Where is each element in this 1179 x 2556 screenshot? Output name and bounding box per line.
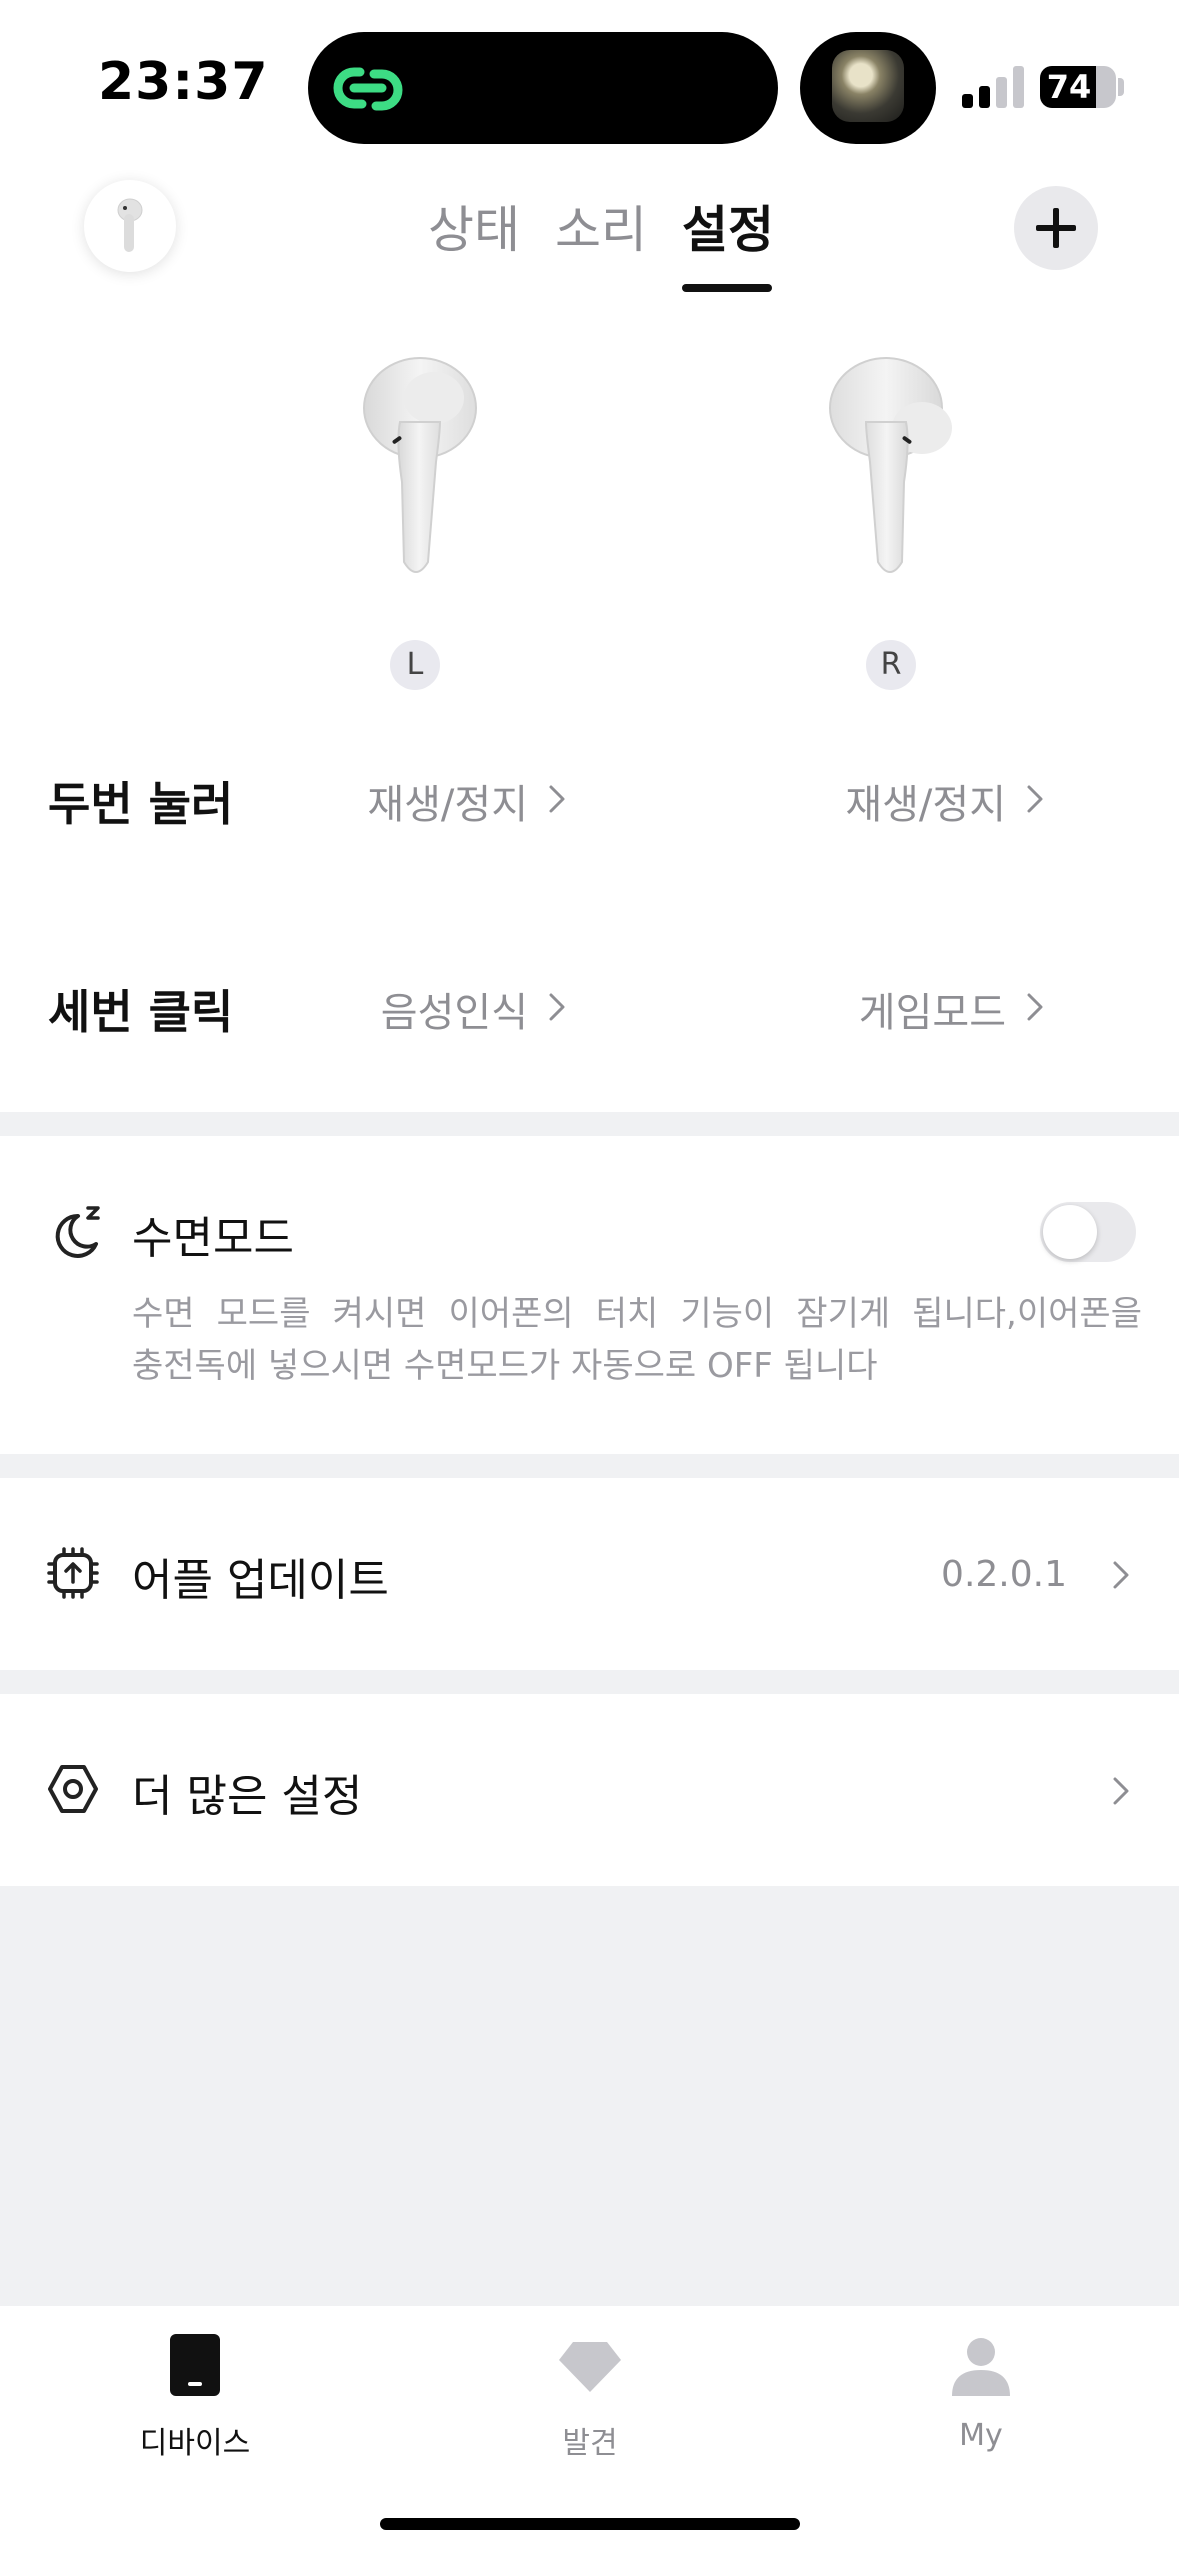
- nav-my[interactable]: My: [861, 2330, 1101, 2453]
- home-indicator[interactable]: [380, 2518, 800, 2530]
- battery-icon: 74: [1040, 66, 1116, 108]
- person-icon: [952, 2338, 1010, 2396]
- plus-icon[interactable]: [1014, 186, 1098, 270]
- diamond-icon: [559, 2342, 621, 2392]
- status-time: 23:37: [98, 52, 269, 112]
- battery-level-text: 74: [1046, 68, 1092, 106]
- sleep-mode-description-line2: 충전독에 넣으시면 수면모드가 자동으로 OFF 됩니다: [132, 1346, 878, 1386]
- album-art-icon: [832, 50, 904, 122]
- double-tap-left-value: 재생/정지: [367, 782, 528, 828]
- nav-devices-label: 디바이스: [139, 2426, 251, 2461]
- triple-tap-left-setting[interactable]: 음성인식: [300, 976, 600, 1036]
- active-tab-indicator: [682, 284, 772, 292]
- toggle-knob: [1043, 1205, 1097, 1259]
- triple-tap-right-value: 게임모드: [858, 990, 1006, 1036]
- triple-tap-left-value: 음성인식: [380, 990, 528, 1036]
- more-settings-title: 더 많은 설정: [132, 1771, 363, 1822]
- double-tap-right-value: 재생/정지: [845, 782, 1006, 828]
- nav-devices[interactable]: 디바이스: [75, 2330, 315, 2462]
- settings-panel: [0, 0, 1179, 1112]
- sleep-mode-title: 수면모드: [132, 1213, 294, 1264]
- firmware-update-title: 어플 업데이트: [132, 1555, 389, 1606]
- battery-cap: [1118, 78, 1124, 96]
- tab-status[interactable]: 상태: [428, 190, 520, 262]
- link-app-icon: [333, 67, 403, 111]
- chevron-right-icon: [1027, 785, 1043, 813]
- double-tap-right-setting[interactable]: 재생/정지: [778, 768, 1078, 828]
- hexagon-settings-icon: [48, 1765, 98, 1813]
- nav-discover-label: 발견: [562, 2426, 618, 2461]
- chevron-right-icon: [549, 785, 565, 813]
- nav-discover[interactable]: 발견: [470, 2330, 710, 2462]
- sleep-mode-description-line1: 수면 모드를 켜시면 이어폰의 터치 기능이 잠기게 됩니다,이어폰을: [132, 1294, 1142, 1334]
- device-icon: [170, 2334, 220, 2396]
- triple-tap-right-setting[interactable]: 게임모드: [778, 976, 1078, 1036]
- double-tap-left-setting[interactable]: 재생/정지: [300, 768, 600, 828]
- chip-upload-icon: [47, 1547, 99, 1599]
- cellular-signal-icon: [962, 66, 1024, 108]
- right-earbud-label: R: [866, 640, 916, 690]
- sleep-mode-toggle[interactable]: [1040, 1202, 1136, 1262]
- firmware-version: 0.2.0.1: [941, 1554, 1067, 1595]
- nav-my-label: My: [959, 2418, 1003, 2453]
- double-tap-title: 두번 눌러: [48, 777, 234, 831]
- chevron-right-icon: [1027, 993, 1043, 1021]
- right-earbud-image: [829, 357, 952, 573]
- chevron-right-icon: [1113, 1561, 1129, 1589]
- chevron-right-icon: [549, 993, 565, 1021]
- left-earbud-label: L: [390, 640, 440, 690]
- tab-sound[interactable]: 소리: [555, 190, 647, 262]
- chevron-right-icon: [1113, 1777, 1129, 1805]
- tab-bar: 상태 소리 설정: [0, 190, 1179, 310]
- triple-tap-title: 세번 클릭: [48, 985, 234, 1039]
- left-earbud-image: [363, 357, 477, 573]
- moon-zz-icon: [55, 1206, 100, 1258]
- tab-settings[interactable]: 설정: [682, 190, 774, 262]
